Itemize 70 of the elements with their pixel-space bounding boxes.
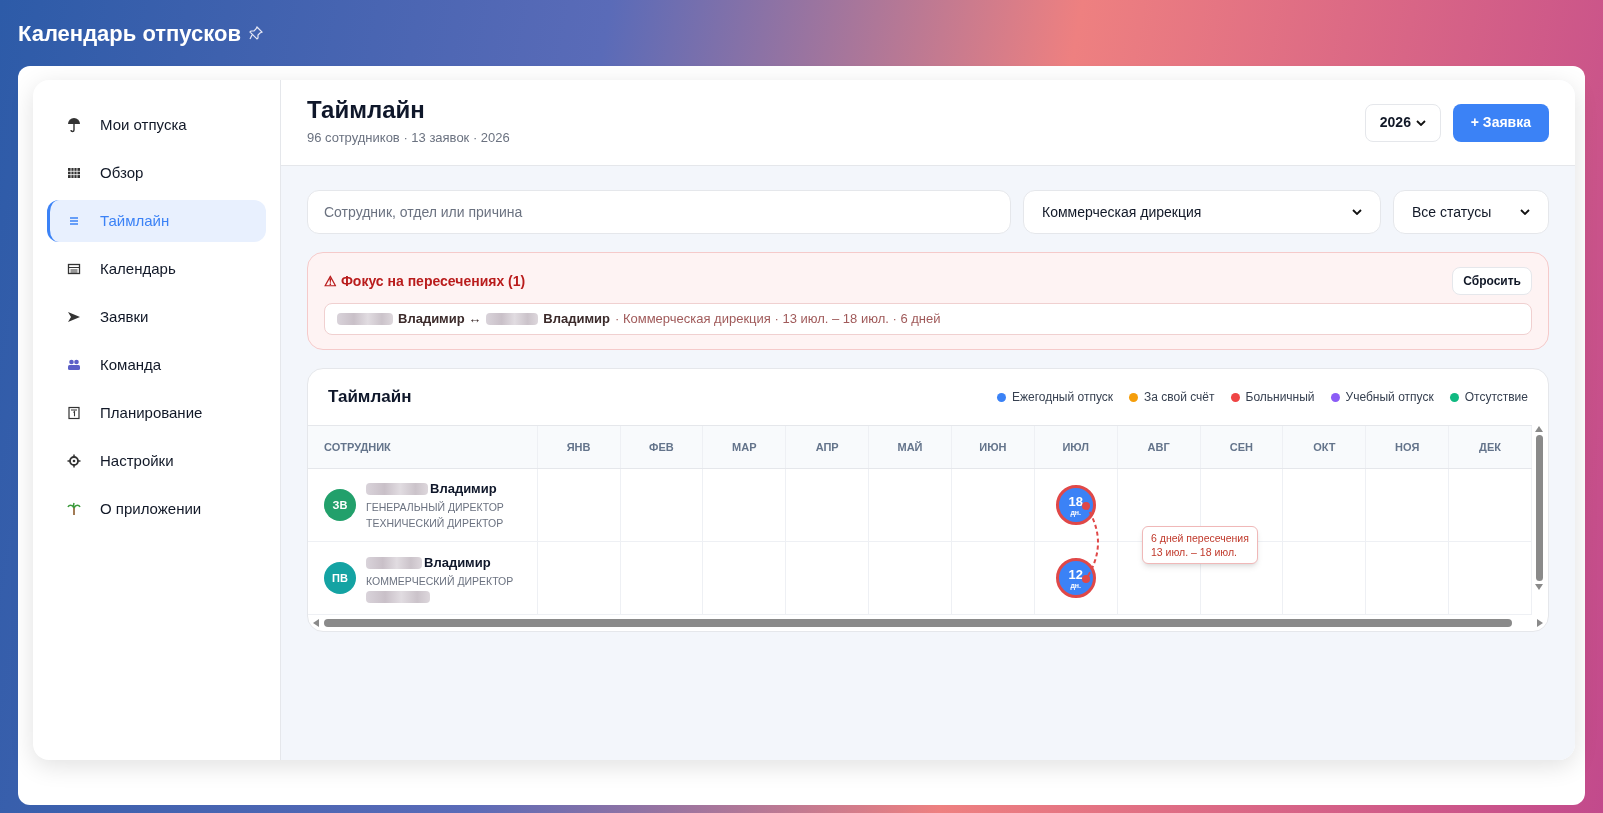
timeline-title: Таймлайн bbox=[328, 386, 412, 409]
scroll-right-icon[interactable] bbox=[1536, 618, 1544, 628]
column-header: ФЕВ bbox=[649, 439, 674, 455]
column-header: ИЮН bbox=[979, 439, 1007, 455]
employee-name: Владимир ↔ bbox=[398, 310, 482, 329]
tooltip-text: 13 июл. – 18 июл. bbox=[1151, 545, 1238, 559]
chevron-down-icon bbox=[1520, 209, 1530, 215]
settings-icon bbox=[66, 453, 82, 469]
scroll-left-icon[interactable] bbox=[312, 618, 320, 628]
search-field[interactable]: Сотрудник, отдел или причина bbox=[307, 190, 1011, 234]
people-icon bbox=[66, 357, 82, 373]
legend-label: Учебный отпуск bbox=[1345, 389, 1434, 406]
app-title: Календарь отпусков bbox=[18, 19, 241, 48]
overlap-details: · Коммерческая дирекция · 13 июл. – 18 июл. · 6 дней bbox=[614, 310, 941, 329]
scroll-down-icon[interactable] bbox=[1534, 583, 1544, 591]
new-request-button[interactable]: + Заявка bbox=[1452, 103, 1549, 142]
employee-name: Владимир bbox=[424, 554, 491, 573]
chevron-down-icon bbox=[1415, 119, 1426, 126]
legend-label: Ежегодный отпуск bbox=[1011, 389, 1113, 406]
calendar-icon bbox=[66, 261, 82, 277]
employee-position: ТЕХНИЧЕСКИЙ ДИРЕКТОР bbox=[366, 515, 504, 531]
palm-tree-icon bbox=[66, 501, 82, 517]
calendar-day-icon bbox=[66, 405, 82, 421]
column-header: АВГ bbox=[1147, 439, 1170, 455]
column-header: СЕН bbox=[1229, 439, 1254, 455]
column-header: ИЮЛ bbox=[1062, 439, 1089, 455]
nav-item[interactable]: Планирование bbox=[47, 392, 266, 434]
legend-label: За свой счёт bbox=[1144, 389, 1215, 406]
nav-item[interactable]: Обзор bbox=[47, 152, 266, 194]
employee-name: Владимир bbox=[543, 310, 610, 329]
legend-label: Больничный bbox=[1245, 389, 1315, 406]
tooltip-text: 6 дней пересечения bbox=[1151, 531, 1249, 545]
nav-item[interactable]: О приложении bbox=[47, 488, 266, 530]
redacted-name bbox=[366, 483, 428, 495]
status-select[interactable]: Все статусы bbox=[1393, 190, 1549, 234]
column-header: ЯНВ bbox=[566, 439, 591, 455]
grid-icon bbox=[66, 165, 82, 181]
chevron-down-icon bbox=[1352, 209, 1362, 215]
reset-button[interactable]: Сбросить bbox=[1452, 267, 1532, 295]
employee-name: Владимир bbox=[430, 480, 497, 499]
column-header: ДЕК bbox=[1479, 439, 1501, 455]
column-header: ОКТ bbox=[1313, 439, 1336, 455]
scroll-up-icon[interactable] bbox=[1534, 425, 1544, 433]
column-header: АПР bbox=[815, 439, 839, 455]
employee-position: КОММЕРЧЕСКИЙ ДИРЕКТОР bbox=[366, 573, 514, 589]
department-select[interactable]: Коммерческая дирекция bbox=[1023, 190, 1381, 234]
column-header: МАР bbox=[732, 439, 757, 455]
page-title: Таймлайн bbox=[307, 97, 426, 122]
send-icon bbox=[66, 309, 82, 325]
nav-item[interactable]: Настройки bbox=[47, 440, 266, 482]
nav-item[interactable]: Заявки bbox=[47, 296, 266, 338]
column-header: МАЙ bbox=[897, 439, 923, 455]
alert-title: ⚠ Фокус на пересечениях (1) bbox=[324, 271, 526, 291]
column-header: НОЯ bbox=[1395, 439, 1420, 455]
avatar: ЗВ bbox=[324, 489, 356, 521]
year-select[interactable]: 2026 bbox=[1364, 103, 1441, 142]
nav-item[interactable]: Календарь bbox=[47, 248, 266, 290]
overlap-item[interactable]: Владимир ↔ Владимир · Коммерческая дирекция · 13 июл. – 18 июл. · 6 дней bbox=[324, 303, 1532, 335]
column-header: СОТРУДНИК bbox=[324, 439, 391, 455]
employee-position: ГЕНЕРАЛЬНЫЙ ДИРЕКТОР bbox=[366, 499, 504, 515]
nav-item[interactable]: Команда bbox=[47, 344, 266, 386]
page-subtitle: 96 сотрудников · 13 заявок · 2026 bbox=[307, 128, 510, 147]
nav-item[interactable]: Мои отпуска bbox=[47, 104, 266, 146]
legend-label: Отсутствие bbox=[1464, 389, 1528, 406]
avatar: ПВ bbox=[324, 562, 356, 594]
redacted-name bbox=[337, 313, 393, 325]
pin-icon[interactable] bbox=[249, 26, 263, 40]
redacted-name bbox=[486, 313, 539, 325]
umbrella-icon bbox=[66, 117, 82, 133]
redacted-name bbox=[366, 557, 422, 569]
